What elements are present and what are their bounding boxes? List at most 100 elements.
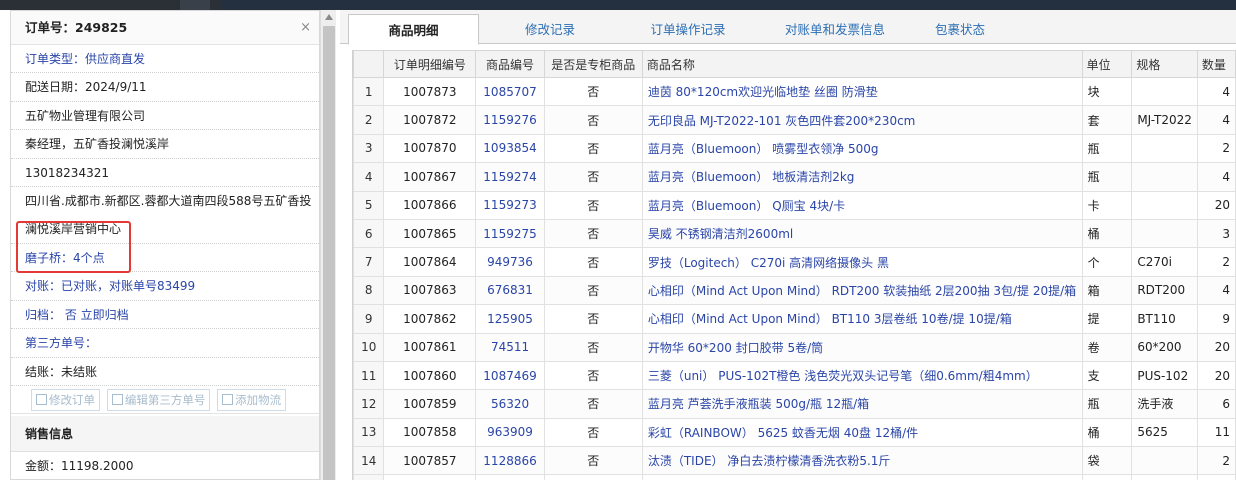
unit: 支 [1081,360,1133,391]
col-detail-id[interactable]: 订单明细编号 [383,50,477,78]
product-id[interactable]: 74511 [475,332,545,362]
table-row[interactable]: 14 1007857 1128866 否汰渍（TIDE） 净白去渍柠檬清香洗衣粉5.1… [353,446,1236,476]
table-row[interactable]: 7 1007864 949736 否罗技（Logitech） C270i 高清网络摄像… [353,247,1236,277]
quantity: 9 [1196,304,1236,334]
counter-flag: 否 [543,162,643,192]
table-row[interactable]: 11 1007860 1087469 否三菱（uni） PUS-102T橙色 浅色荧光… [353,360,1236,391]
detail-id: 1007860 [383,360,477,391]
product-id[interactable]: 963909 [475,417,545,448]
product-id[interactable]: 1159273 [475,190,545,220]
company-row: 五矿物业管理有限公司 [11,102,319,131]
reconcile-row[interactable]: 对账：已对账，对账单号83499 [11,272,319,301]
spec [1131,162,1198,192]
counter-flag: 否 [543,275,643,306]
row-index: 2 [353,105,385,135]
product-id[interactable]: 74471 [475,474,545,480]
row-index: 7 [353,247,385,277]
product-name[interactable]: 蓝月亮（Bluemoon） 喷雾型衣领净 500g [641,133,1083,164]
product-id[interactable]: 1159276 [475,105,545,135]
table-row[interactable]: 8 1007863 676831 否心相印（Mind Act Upon Mind） R… [353,275,1236,306]
detail-id: 1007861 [383,332,477,362]
product-name[interactable]: 无印良品 MJ-T2022-101 灰色四件套200*230cm [641,105,1083,135]
detail-id: 1007872 [383,105,477,135]
product-name[interactable]: 心相印（Mind Act Upon Mind） BT110 3层卷纸 10卷/提… [641,304,1083,334]
product-name[interactable]: 齐心 MJ5 正火手中 小号 混色 25*75 50条/包 [641,474,1083,480]
unit: 袋 [1081,446,1133,476]
product-name[interactable]: 昊威 不锈钢清洁剂2600ml [641,218,1083,249]
archive-row[interactable]: 归档： 否 立即归档 [11,301,319,330]
col-index [353,50,385,78]
add-logistics-button[interactable]: 添加物流 [217,388,287,411]
product-name[interactable]: 迪茵 80*120cm欢迎光临地垫 丝圈 防滑垫 [641,76,1083,107]
spec [1131,133,1198,164]
table-row[interactable]: 9 1007862 125905 否心相印（Mind Act Upon Mind） B… [353,304,1236,334]
row-index: 8 [353,275,385,306]
detail-id: 1007855 [383,474,477,480]
table-row[interactable]: 3 1007870 1093854 否蓝月亮（Bluemoon） 喷雾型衣领净 500… [353,133,1236,164]
counter-flag: 否 [543,218,643,249]
product-name[interactable]: 汰渍（TIDE） 净白去渍柠檬清香洗衣粉5.1斤 [641,446,1083,476]
quantity: 20 [1196,360,1236,391]
col-spec[interactable]: 规格 [1131,50,1198,78]
counter-flag: 否 [543,417,643,448]
unit: 卡 [1081,190,1133,220]
tab-package-status[interactable]: 包裹状态 [920,14,1000,45]
product-id[interactable]: 949736 [475,247,545,277]
row-index: 13 [353,417,385,448]
product-id[interactable]: 1085707 [475,76,545,107]
table-row[interactable]: 10 1007861 74511 否开物华 60*200 封口胶带 5卷/筒卷 60*2… [353,332,1236,362]
left-panel-scrollbar[interactable] [320,10,336,480]
table-row[interactable]: 2 1007872 1159276 否无印良品 MJ-T2022-101 灰色四件套2… [353,105,1236,135]
tab-change-log[interactable]: 修改记录 [500,14,600,45]
detail-id: 1007858 [383,417,477,448]
product-name[interactable]: 三菱（uni） PUS-102T橙色 浅色荧光双头记号笔（细0.6mm/粗4mm… [641,360,1083,391]
product-id[interactable]: 56320 [475,389,545,419]
tab-order-operation-log[interactable]: 订单操作记录 [633,14,743,45]
product-name[interactable]: 心相印（Mind Act Upon Mind） RDT200 软装抽纸 2层20… [641,275,1083,306]
col-quantity[interactable]: 数量 [1196,50,1236,78]
product-name[interactable]: 开物华 60*200 封口胶带 5卷/筒 [641,332,1083,362]
unit: 块 [1081,76,1133,107]
edit-order-button[interactable]: 修改订单 [31,388,100,411]
product-id[interactable]: 676831 [475,275,545,306]
scroll-up-icon[interactable] [325,14,333,20]
detail-id: 1007862 [383,304,477,334]
col-unit[interactable]: 单位 [1081,50,1133,78]
detail-panel: 商品明细 修改记录 订单操作记录 对账单和发票信息 包裹状态 订单明细编号 商品… [340,10,1236,480]
product-name[interactable]: 蓝月亮（Bluemoon） 地板清洁剂2kg [641,162,1083,192]
product-id[interactable]: 1159275 [475,218,545,249]
product-id[interactable]: 1087469 [475,360,545,391]
product-id[interactable]: 1159274 [475,162,545,192]
product-name[interactable]: 蓝月亮 芦荟洗手液瓶装 500g/瓶 12瓶/箱 [641,389,1083,419]
edit-third-party-button[interactable]: 编辑第三方单号 [106,388,211,411]
product-name[interactable]: 蓝月亮（Bluemoon） Q厕宝 4块/卡 [641,190,1083,220]
scrollbar-thumb[interactable] [323,26,335,480]
tab-statement-invoice[interactable]: 对账单和发票信息 [765,14,905,45]
detail-id: 1007870 [383,133,477,164]
counter-flag: 否 [543,389,643,419]
table-row[interactable]: 13 1007858 963909 否彩虹（RAINBOW） 5625 蚊香无烟 40… [353,417,1236,448]
table-row[interactable]: 1 1007873 1085707 否迪茵 80*120cm欢迎光临地垫 丝圈 防滑垫… [353,76,1236,107]
close-icon[interactable]: × [300,11,311,45]
tab-product-details[interactable]: 商品明细 [348,14,479,45]
edit-icon [36,393,47,405]
product-id[interactable]: 125905 [475,304,545,334]
row-index: 5 [353,190,385,220]
table-row[interactable]: 5 1007866 1159273 否蓝月亮（Bluemoon） Q厕宝 4块/卡卡 2… [353,190,1236,220]
table-row[interactable]: 15100785574471否齐心 MJ5 正火手中 小号 混色 25*75 5… [353,474,1236,480]
col-counter-product[interactable]: 是否是专柜商品 [543,50,643,78]
product-name[interactable]: 罗技（Logitech） C270i 高清网络摄像头 黑 [641,247,1083,277]
quantity: 3 [1196,218,1236,249]
product-id[interactable]: 1128866 [475,446,545,476]
table-row[interactable]: 4 1007867 1159274 否蓝月亮（Bluemoon） 地板清洁剂2kg 瓶 4 [353,162,1236,192]
table-header-row: 订单明细编号 商品编号 是否是专柜商品 商品名称 单位 规格 数量 [353,50,1236,78]
col-product-name[interactable]: 商品名称 [641,50,1083,78]
product-id[interactable]: 1093854 [475,133,545,164]
spec: C270i [1131,247,1198,277]
order-type-row: 订单类型：供应商直发 [11,45,319,74]
col-product-id[interactable]: 商品编号 [475,50,545,78]
table-row[interactable]: 12 1007859 56320 否蓝月亮 芦荟洗手液瓶装 500g/瓶 12瓶/箱瓶… [353,389,1236,419]
table-row[interactable]: 6 1007865 1159275 否昊威 不锈钢清洁剂2600ml 桶 3 [353,218,1236,249]
product-name[interactable]: 彩虹（RAINBOW） 5625 蚊香无烟 40盘 12桶/件 [641,417,1083,448]
unit: 箱 [1081,275,1133,306]
